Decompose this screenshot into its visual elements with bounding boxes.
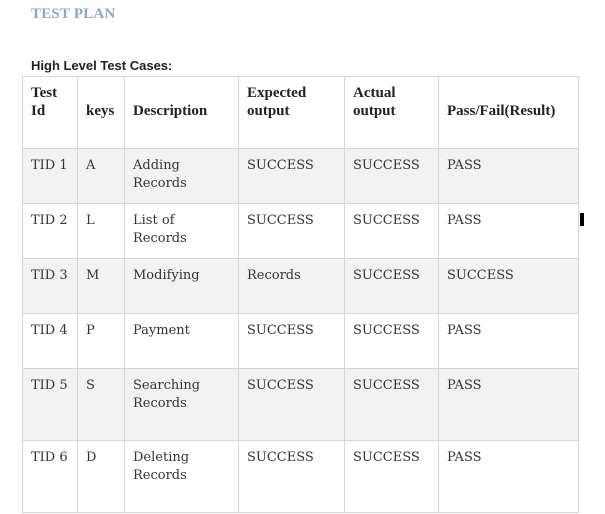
table-row: TID 2 L List of Records SUCCESS SUCCESS … (22, 203, 579, 259)
cell-key: P (77, 313, 125, 369)
table-header-row: Test Id keys Description Expected output… (22, 76, 579, 149)
header-actual-output: Actual output (344, 76, 439, 149)
table-row: TID 4 P Payment SUCCESS SUCCESS PASS (22, 313, 579, 369)
cell-test-id: TID 5 (22, 368, 78, 441)
cell-test-id: TID 4 (22, 313, 78, 369)
cell-description: Adding Records (124, 148, 239, 204)
header-test-id: Test Id (22, 76, 78, 149)
header-expected-output: Expected output (238, 76, 345, 149)
cell-description: Searching Records (124, 368, 239, 441)
cell-key: D (77, 440, 125, 513)
cell-actual: SUCCESS (344, 440, 439, 513)
cell-expected: SUCCESS (238, 313, 345, 369)
cell-description: List of Records (124, 203, 239, 259)
table-row: TID 5 S Searching Records SUCCESS SUCCES… (22, 368, 579, 441)
cell-key: M (77, 258, 125, 314)
cell-actual: SUCCESS (344, 258, 439, 314)
cell-result: PASS (438, 148, 579, 204)
cell-result: SUCCESS (438, 258, 579, 314)
cell-actual: SUCCESS (344, 148, 439, 204)
cell-test-id: TID 3 (22, 258, 78, 314)
table-row: TID 1 A Adding Records SUCCESS SUCCESS P… (22, 148, 579, 204)
document-title: TEST PLAN (31, 6, 116, 22)
section-heading: High Level Test Cases: (31, 58, 173, 73)
cell-actual: SUCCESS (344, 368, 439, 441)
cell-result: PASS (438, 368, 579, 441)
cell-actual: SUCCESS (344, 203, 439, 259)
cell-expected: SUCCESS (238, 203, 345, 259)
cell-test-id: TID 2 (22, 203, 78, 259)
cell-test-id: TID 1 (22, 148, 78, 204)
cell-actual: SUCCESS (344, 313, 439, 369)
cell-description: Modifying (124, 258, 239, 314)
cell-key: S (77, 368, 125, 441)
cell-description: Deleting Records (124, 440, 239, 513)
text-cursor (580, 213, 584, 226)
table-row: TID 6 D Deleting Records SUCCESS SUCCESS… (22, 440, 579, 513)
cell-expected: Records (238, 258, 345, 314)
cell-test-id: TID 6 (22, 440, 78, 513)
cell-result: PASS (438, 440, 579, 513)
cell-result: PASS (438, 313, 579, 369)
cell-expected: SUCCESS (238, 368, 345, 441)
cell-key: L (77, 203, 125, 259)
cell-key: A (77, 148, 125, 204)
header-description: Description (124, 76, 239, 149)
test-cases-table: Test Id keys Description Expected output… (22, 76, 579, 513)
cell-result: PASS (438, 203, 579, 259)
cell-expected: SUCCESS (238, 148, 345, 204)
header-keys: keys (77, 76, 125, 149)
table-row: TID 3 M Modifying Records SUCCESS SUCCES… (22, 258, 579, 314)
cell-expected: SUCCESS (238, 440, 345, 513)
header-result: Pass/Fail(Result) (438, 76, 579, 149)
cell-description: Payment (124, 313, 239, 369)
